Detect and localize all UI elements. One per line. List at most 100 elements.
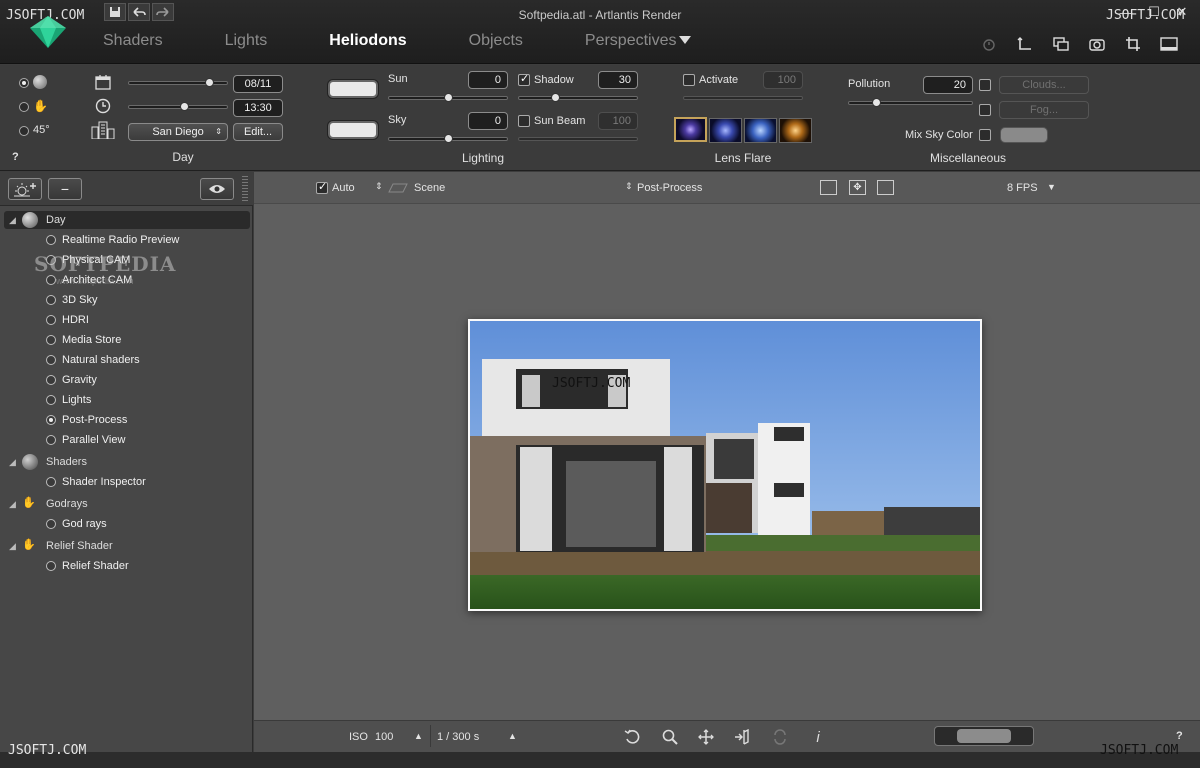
sky-color-swatch[interactable] <box>328 121 378 139</box>
shadow-value-field[interactable]: 30 <box>598 71 638 89</box>
date-field[interactable]: 08/11 <box>233 75 283 93</box>
reset-view-icon[interactable] <box>622 727 642 747</box>
pollution-value-field[interactable]: 20 <box>923 76 973 94</box>
tree-item-radio[interactable] <box>46 355 56 365</box>
tree-item[interactable]: Media Store <box>46 332 121 348</box>
tree-item[interactable]: Relief Shader <box>46 558 129 574</box>
fog-button[interactable]: Fog... <box>999 101 1089 119</box>
tabs-dropdown-icon[interactable] <box>679 36 691 44</box>
postprocess-spin-icon[interactable]: ⇕ <box>625 181 633 192</box>
tree-group-godrays[interactable]: ◢ ✋ Godrays <box>4 495 250 513</box>
tree-item[interactable]: Parallel View <box>46 432 125 448</box>
shutter-up-icon[interactable]: ▲ <box>508 731 517 741</box>
sun-value-field[interactable]: 0 <box>468 71 508 89</box>
expand-triangle-icon[interactable]: ◢ <box>4 457 16 468</box>
time-slider-knob[interactable] <box>180 102 189 111</box>
tab-heliodons[interactable]: Heliodons <box>329 32 406 50</box>
shutter-value[interactable]: 1 / 300 s <box>437 731 479 743</box>
zoom-slider-handle[interactable] <box>957 729 1011 743</box>
fps-label[interactable]: 8 FPS <box>1007 182 1038 194</box>
sun-mode-radio[interactable] <box>19 78 29 88</box>
tree-item[interactable]: Post-Process <box>46 412 127 428</box>
maximize-icon[interactable]: ☐ <box>1142 3 1166 21</box>
sunbeam-slider[interactable] <box>518 137 638 141</box>
scene-label[interactable]: Scene <box>414 182 445 194</box>
lens-flare-preset-1[interactable] <box>674 117 707 142</box>
minimize-icon[interactable]: — <box>1114 3 1138 21</box>
pollution-slider-knob[interactable] <box>872 98 881 107</box>
expand-triangle-icon[interactable]: ◢ <box>4 499 16 510</box>
tree-item-radio[interactable] <box>46 335 56 345</box>
tree-item[interactable]: Realtime Radio Preview <box>46 232 179 248</box>
sky-slider-knob[interactable] <box>444 134 453 143</box>
shadow-checkbox[interactable] <box>518 72 530 86</box>
tree-item-radio[interactable] <box>46 375 56 385</box>
sun-color-swatch[interactable] <box>328 80 378 98</box>
auto-checkbox[interactable] <box>316 180 328 194</box>
camera-icon[interactable] <box>1086 34 1108 54</box>
clouds-button[interactable]: Clouds... <box>999 76 1089 94</box>
tree-item-radio[interactable] <box>46 415 56 425</box>
mix-sky-color-checkbox[interactable] <box>979 129 991 141</box>
time-field[interactable]: 13:30 <box>233 99 283 117</box>
shadow-slider-knob[interactable] <box>551 93 560 102</box>
timer-icon[interactable] <box>978 34 1000 54</box>
frame-fit-icon[interactable] <box>820 180 837 195</box>
location-select[interactable]: San Diego ⇕ <box>128 123 228 141</box>
postprocess-label[interactable]: Post-Process <box>637 182 702 194</box>
tree-item[interactable]: Gravity <box>46 372 97 388</box>
walk-through-icon[interactable] <box>732 727 752 747</box>
mix-sky-color-swatch[interactable] <box>1000 127 1048 143</box>
close-icon[interactable]: ✕ <box>1170 3 1194 21</box>
tree-item-radio[interactable] <box>46 235 56 245</box>
scene-spin-icon[interactable]: ⇕ <box>375 181 383 192</box>
tree-group-day[interactable]: ◢ Day <box>4 211 250 229</box>
tree-item-radio[interactable] <box>46 395 56 405</box>
tree-item-radio[interactable] <box>46 435 56 445</box>
resize-icon[interactable] <box>1014 34 1036 54</box>
shadow-slider[interactable] <box>518 93 638 102</box>
tree-item-radio[interactable] <box>46 275 56 285</box>
tree-item-radio[interactable] <box>46 519 56 529</box>
tree-item[interactable]: God rays <box>46 516 107 532</box>
info-icon[interactable]: i <box>808 727 828 747</box>
lens-flare-slider[interactable] <box>683 96 803 100</box>
remove-heliodon-button[interactable]: − <box>48 178 82 200</box>
tree-item[interactable]: Lights <box>46 392 91 408</box>
tree-item-radio[interactable] <box>46 477 56 487</box>
panel-grip[interactable] <box>242 176 248 202</box>
tab-perspectives[interactable]: Perspectives <box>585 32 677 50</box>
frame-center-icon[interactable]: ✥ <box>849 180 866 195</box>
zoom-slider[interactable] <box>934 726 1034 746</box>
manual-mode-radio[interactable] <box>19 102 29 112</box>
clouds-checkbox[interactable] <box>979 79 991 91</box>
render-preview[interactable]: JSOFTJ.COM <box>468 319 982 611</box>
tab-lights[interactable]: Lights <box>225 32 268 50</box>
lens-flare-preset-3[interactable] <box>744 118 777 143</box>
tree-item[interactable]: HDRI <box>46 312 89 328</box>
tree-item[interactable]: Shader Inspector <box>46 474 146 490</box>
fps-dropdown-icon[interactable]: ▼ <box>1047 182 1056 192</box>
tree-item[interactable]: 3D Sky <box>46 292 97 308</box>
tree-item-radio[interactable] <box>46 295 56 305</box>
pollution-slider[interactable] <box>848 98 973 107</box>
tree-group-shaders[interactable]: ◢ Shaders <box>4 453 250 471</box>
sun-slider-knob[interactable] <box>444 93 453 102</box>
tab-shaders[interactable]: Shaders <box>103 32 163 50</box>
fog-checkbox[interactable] <box>979 104 991 116</box>
sky-value-field[interactable]: 0 <box>468 112 508 130</box>
date-slider[interactable] <box>128 78 228 87</box>
frame-expand-icon[interactable] <box>877 180 894 195</box>
angle-mode-radio[interactable] <box>19 126 29 136</box>
lens-flare-activate-checkbox[interactable] <box>683 74 695 86</box>
add-heliodon-button[interactable] <box>8 178 42 200</box>
lens-flare-preset-4[interactable] <box>779 118 812 143</box>
tab-objects[interactable]: Objects <box>469 32 523 50</box>
help-icon[interactable]: ? <box>12 151 19 163</box>
crop-icon[interactable] <box>1122 34 1144 54</box>
status-help-icon[interactable]: ? <box>1176 730 1183 742</box>
pan-icon[interactable] <box>696 727 716 747</box>
windows-icon[interactable] <box>1050 34 1072 54</box>
iso-up-icon[interactable]: ▲ <box>414 731 423 741</box>
date-slider-knob[interactable] <box>205 78 214 87</box>
